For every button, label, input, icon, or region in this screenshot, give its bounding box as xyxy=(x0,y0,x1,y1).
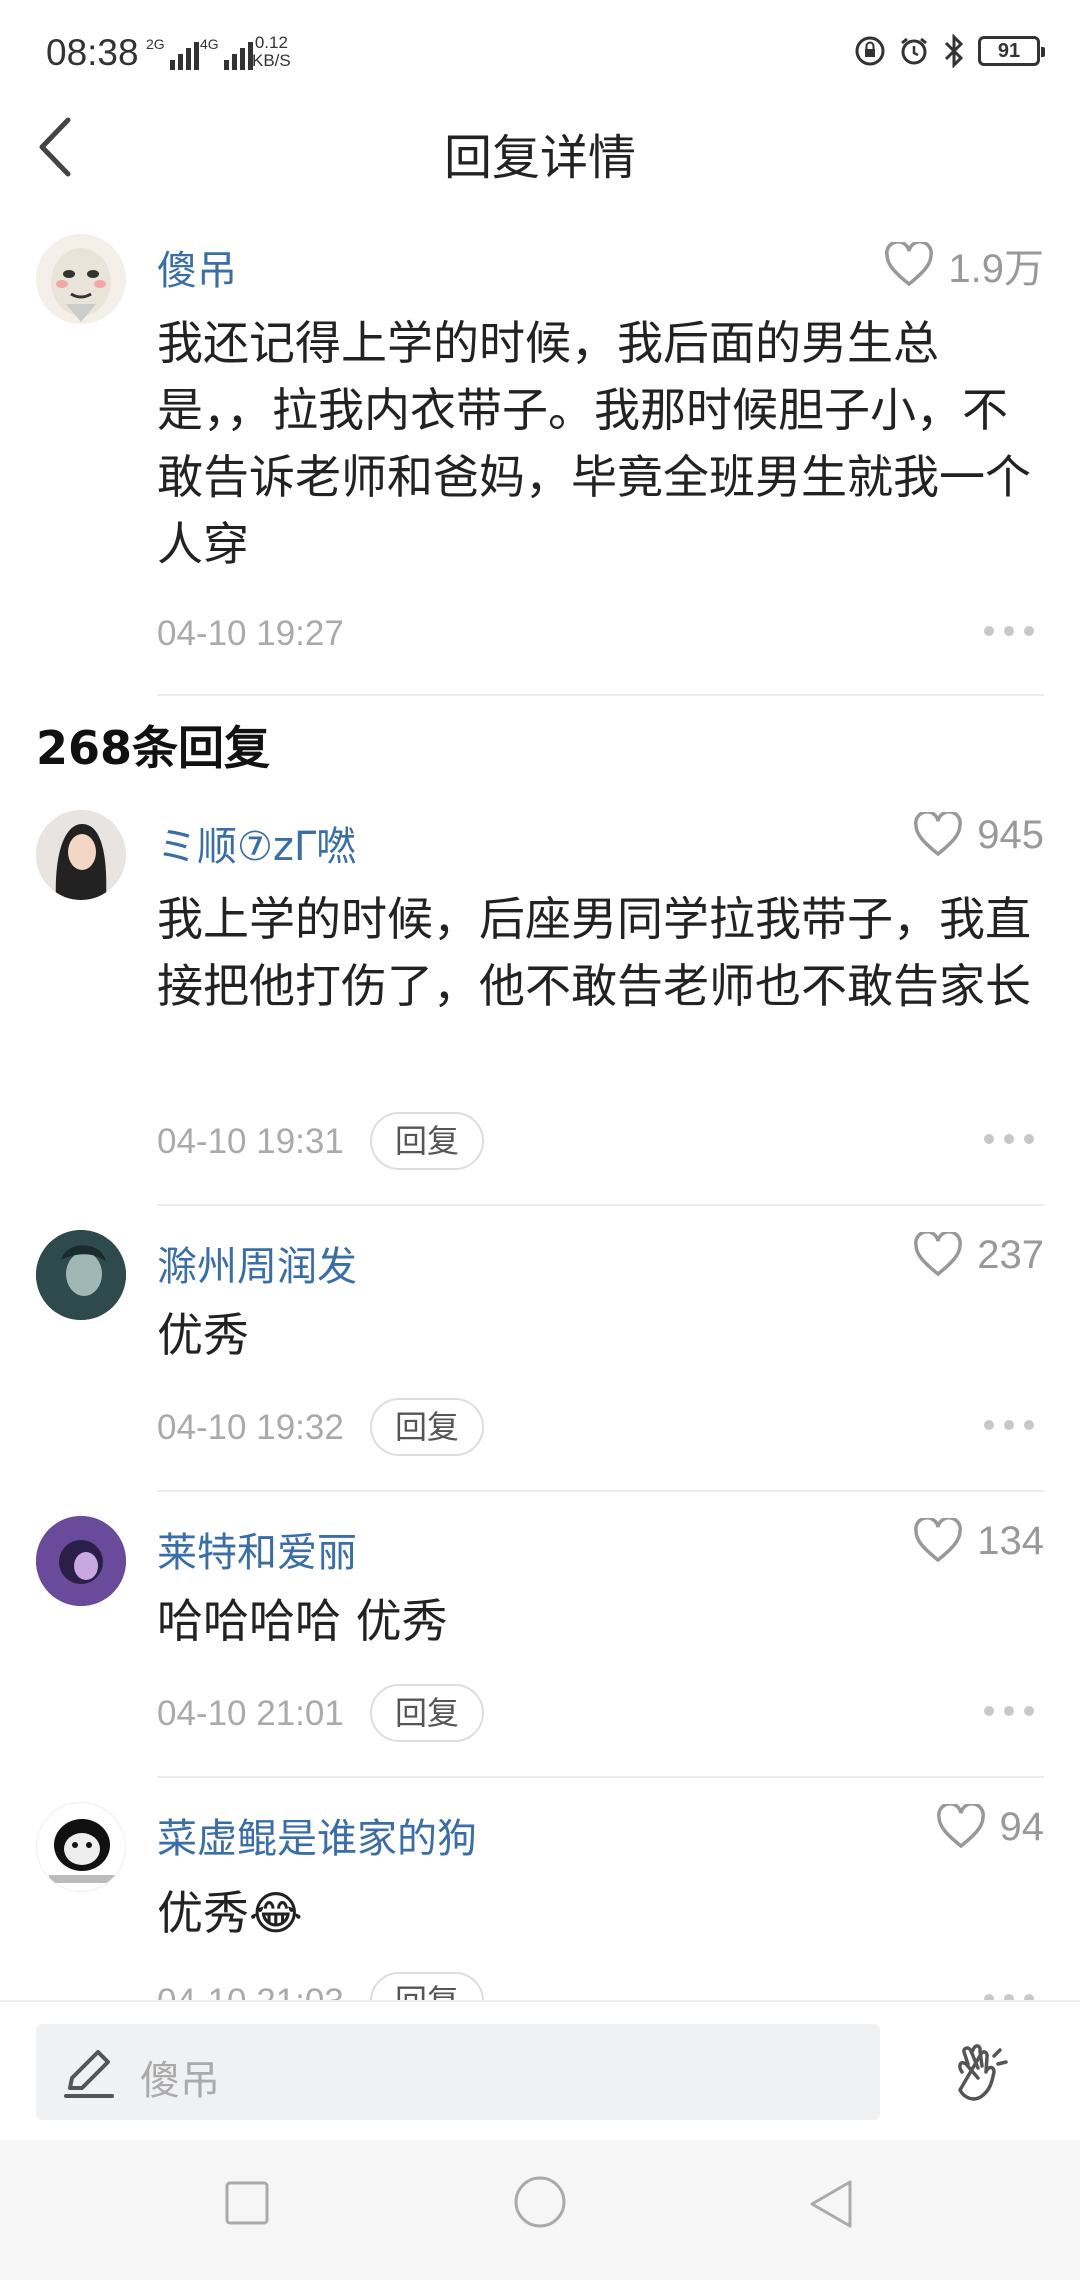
like-count: 134 xyxy=(977,1518,1044,1563)
comment-input[interactable]: 傻吊 xyxy=(36,2024,880,2120)
avatar-meme-face-icon xyxy=(51,248,111,322)
comment-text: 我还记得上学的时候，我后面的男生总是，，拉我内衣带子。我那时候胆子小，不敢告诉老… xyxy=(157,316,1031,571)
reply-button[interactable]: 回复 xyxy=(370,1972,484,2000)
avatar-woman-photo-icon xyxy=(36,810,126,900)
like-button[interactable]: 1.9万 xyxy=(884,236,1044,294)
comment-time: 04-10 19:27 xyxy=(157,614,344,653)
status-time: 08:38 xyxy=(46,32,139,73)
divider xyxy=(157,1776,1044,1778)
avatar[interactable] xyxy=(36,1802,126,1892)
like-button[interactable]: 94 xyxy=(936,1804,1045,1850)
clap-icon[interactable] xyxy=(948,2042,1012,2106)
back-nav-icon[interactable] xyxy=(806,2178,856,2230)
username[interactable]: ミ顺⑦zΓ嘫 xyxy=(157,814,356,872)
reply-button[interactable]: 回复 xyxy=(370,1112,484,1170)
bluetooth-icon xyxy=(944,34,964,68)
battery-icon: 91 xyxy=(978,36,1045,66)
home-icon[interactable] xyxy=(512,2174,568,2230)
more-icon[interactable] xyxy=(984,1706,1034,1718)
heart-icon xyxy=(914,1232,963,1277)
avatar[interactable] xyxy=(36,234,126,324)
system-navigation-bar xyxy=(0,2140,1080,2280)
heart-icon xyxy=(936,1804,985,1849)
divider xyxy=(157,1204,1044,1206)
like-count: 945 xyxy=(977,812,1044,857)
reply-text: 哈哈哈哈 优秀 xyxy=(157,1594,448,1648)
more-icon[interactable] xyxy=(984,1420,1034,1432)
more-icon[interactable] xyxy=(984,1134,1034,1146)
signal-sim1-icon: 2G xyxy=(146,36,199,70)
net-speed: 0.12 KB/S xyxy=(252,33,291,70)
reply-time: 04-10 21:03 xyxy=(157,1982,344,2000)
status-icons: 91 xyxy=(854,34,1045,68)
like-button[interactable]: 237 xyxy=(913,1232,1044,1278)
username[interactable]: 莱特和爱丽 xyxy=(157,1520,357,1578)
reply-text: 优秀😂 xyxy=(157,1886,303,1940)
heart-icon xyxy=(885,242,934,287)
lock-rotation-icon xyxy=(855,36,885,66)
like-count: 1.9万 xyxy=(948,247,1044,291)
username[interactable]: 菜虚鲲是谁家的狗 xyxy=(157,1806,477,1864)
reply-time: 04-10 21:01 xyxy=(157,1694,344,1733)
reply-button[interactable]: 回复 xyxy=(370,1684,484,1742)
replies-count-header: 268条回复 xyxy=(36,721,271,775)
like-button[interactable]: 134 xyxy=(913,1518,1044,1564)
divider xyxy=(157,1490,1044,1492)
input-placeholder: 傻吊 xyxy=(140,2058,220,2104)
avatar[interactable] xyxy=(36,1230,126,1320)
more-icon[interactable] xyxy=(984,626,1034,638)
like-button[interactable]: 945 xyxy=(913,812,1044,858)
reply-button[interactable]: 回复 xyxy=(370,1398,484,1456)
username[interactable]: 滁州周润发 xyxy=(157,1234,357,1292)
username[interactable]: 傻吊 xyxy=(157,238,237,296)
alarm-icon xyxy=(901,37,927,65)
comment-input-bar: 傻吊 xyxy=(0,2000,1080,2140)
avatar-portrait-icon xyxy=(36,1230,126,1320)
pen-icon xyxy=(64,2050,114,2098)
heart-icon xyxy=(914,1518,963,1563)
status-bar: 08:38 2G 4G 0.12 KB/S 91 xyxy=(0,0,1080,110)
recent-apps-icon[interactable] xyxy=(222,2178,272,2228)
page-title: 回复详情 xyxy=(443,130,636,186)
reply-text: 优秀 xyxy=(157,1308,249,1362)
signal-sim2-icon: 4G xyxy=(200,36,253,70)
reply-text: 我上学的时候，后座男同学拉我带子，我直接把他打伤了，他不敢告老师也不敢告家长 xyxy=(157,892,1031,1013)
divider xyxy=(157,694,1044,696)
reply-time: 04-10 19:32 xyxy=(157,1408,344,1447)
avatar[interactable] xyxy=(36,1516,126,1606)
avatar[interactable] xyxy=(36,810,126,900)
like-count: 237 xyxy=(977,1232,1044,1277)
avatar-anime-icon xyxy=(36,1516,126,1606)
heart-icon xyxy=(914,812,963,857)
like-count: 94 xyxy=(999,1804,1045,1849)
reply-time: 04-10 19:31 xyxy=(157,1122,344,1161)
avatar-meme-icon xyxy=(49,1819,115,1883)
reply-meta-clipped: 04-10 21:03 回复 xyxy=(0,1960,1080,2000)
